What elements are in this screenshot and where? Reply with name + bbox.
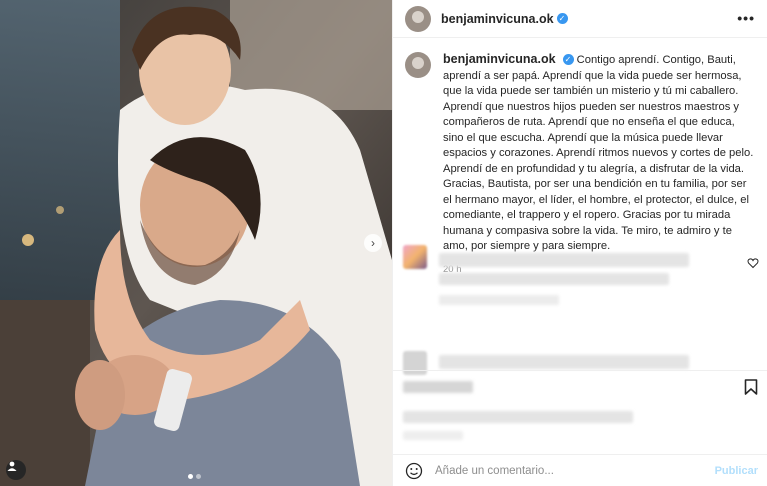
verified-badge-icon: ✓ — [562, 54, 574, 65]
list-item — [439, 253, 689, 267]
user-tag-icon — [7, 461, 17, 471]
carousel-dot-2 — [196, 474, 201, 479]
caption-text-block: benjaminvicuna.ok ✓ Contigo aprendí. Cont… — [443, 52, 756, 255]
carousel-indicator — [188, 474, 201, 479]
caption-body: Contigo aprendí. Contigo, Bauti, aprendí… — [443, 54, 754, 252]
add-comment-bar: Publicar — [393, 454, 767, 486]
post-photo[interactable]: › — [0, 0, 392, 486]
post-side-panel: benjaminvicuna.ok ✓ ••• benjaminvicuna.o… — [392, 0, 767, 486]
action-icons[interactable] — [403, 381, 473, 393]
tagged-users-button[interactable] — [6, 460, 26, 480]
caption-avatar[interactable] — [405, 52, 431, 78]
heart-icon[interactable] — [747, 257, 759, 269]
comment-input[interactable] — [435, 464, 685, 477]
emoji-icon[interactable] — [405, 462, 423, 480]
avatar[interactable] — [405, 5, 431, 32]
list-item — [439, 355, 689, 369]
caption-username[interactable]: benjaminvicuna.ok — [443, 52, 556, 66]
post-actions — [393, 370, 767, 454]
carousel-next-button[interactable]: › — [364, 234, 382, 252]
photo-illustration — [0, 0, 392, 486]
bookmark-icon[interactable] — [744, 379, 758, 395]
instagram-post: › benjaminvicuna.ok ✓ ••• benjaminvicuna… — [0, 0, 767, 486]
likes-summary — [403, 411, 633, 423]
post-header: benjaminvicuna.ok ✓ ••• — [393, 0, 767, 38]
post-caption: benjaminvicuna.ok ✓ Contigo aprendí. Cont… — [393, 38, 767, 275]
chevron-right-icon: › — [371, 236, 375, 250]
post-date — [403, 431, 463, 440]
more-options-icon[interactable]: ••• — [737, 10, 755, 26]
carousel-dot-1 — [188, 474, 193, 479]
comment-avatar[interactable] — [403, 245, 427, 269]
publish-button[interactable]: Publicar — [715, 465, 758, 477]
list-item — [439, 295, 559, 305]
verified-badge-icon: ✓ — [556, 13, 568, 24]
list-item — [439, 273, 669, 285]
post-author-username[interactable]: benjaminvicuna.ok — [441, 12, 554, 26]
